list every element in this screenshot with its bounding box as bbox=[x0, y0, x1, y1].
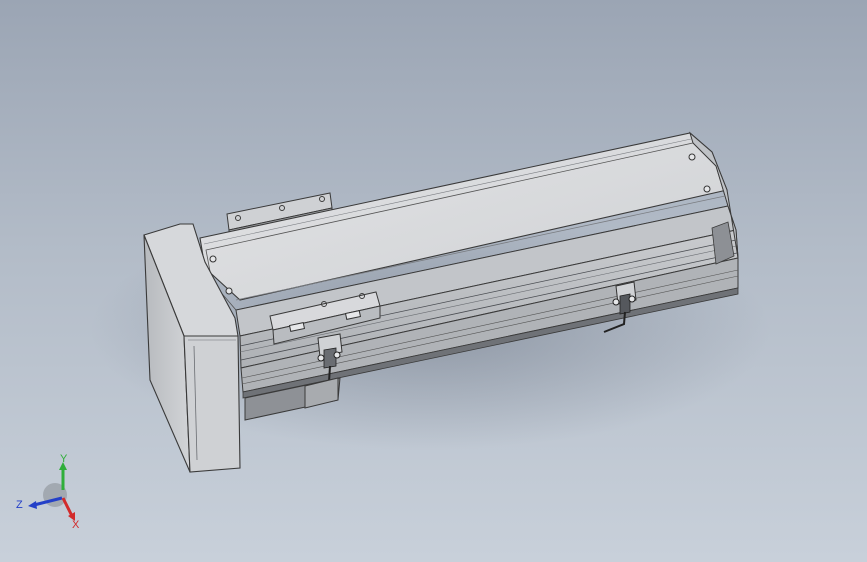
y-axis-label: Y bbox=[60, 453, 68, 465]
cover-screw bbox=[209, 255, 217, 263]
cover-screw bbox=[703, 185, 711, 193]
z-axis-label: Z bbox=[16, 499, 23, 511]
cover-screw bbox=[688, 153, 696, 161]
view-orientation-triad[interactable]: Y Z X bbox=[10, 450, 90, 530]
z-axis-arrow bbox=[28, 501, 37, 509]
end-block-front[interactable] bbox=[183, 335, 241, 473]
linear-module-model[interactable] bbox=[0, 0, 867, 562]
graphics-viewport[interactable]: Y Z X bbox=[0, 0, 867, 562]
x-axis-line bbox=[61, 497, 74, 517]
x-axis-label: X bbox=[72, 519, 80, 530]
cover-screw bbox=[225, 287, 233, 295]
